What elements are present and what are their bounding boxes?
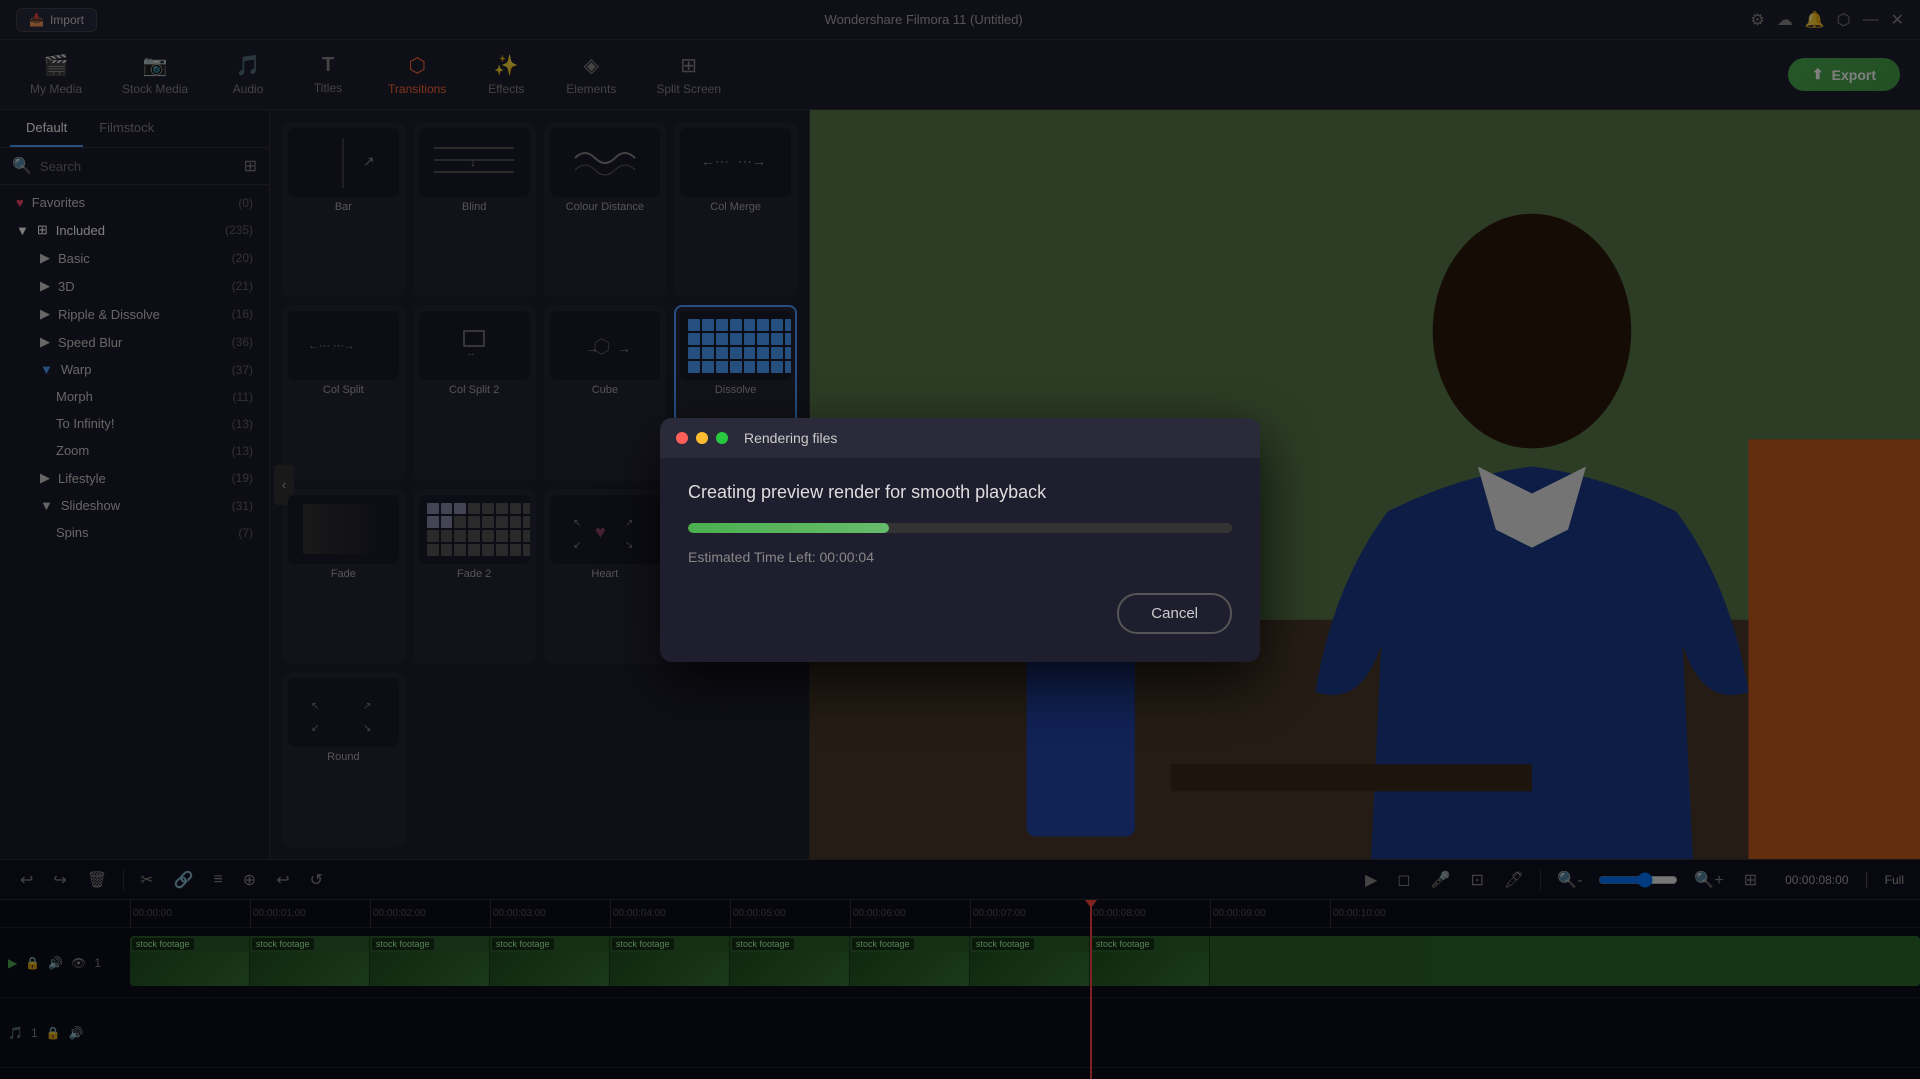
dialog-dot-red[interactable] xyxy=(676,432,688,444)
cancel-button[interactable]: Cancel xyxy=(1117,593,1232,634)
dialog-titlebar: Rendering files xyxy=(660,418,1260,458)
estimated-time: Estimated Time Left: 00:00:04 xyxy=(688,549,1232,565)
progress-bar-fill xyxy=(688,523,889,533)
dialog-body: Creating preview render for smooth playb… xyxy=(660,458,1260,662)
dialog-dot-green[interactable] xyxy=(716,432,728,444)
dialog-message: Creating preview render for smooth playb… xyxy=(688,482,1232,503)
dialog-overlay: Rendering files Creating preview render … xyxy=(0,0,1920,1079)
progress-bar-bg xyxy=(688,523,1232,533)
dialog-title: Rendering files xyxy=(744,430,837,446)
dialog-dot-yellow[interactable] xyxy=(696,432,708,444)
rendering-dialog: Rendering files Creating preview render … xyxy=(660,418,1260,662)
dialog-actions: Cancel xyxy=(688,593,1232,634)
